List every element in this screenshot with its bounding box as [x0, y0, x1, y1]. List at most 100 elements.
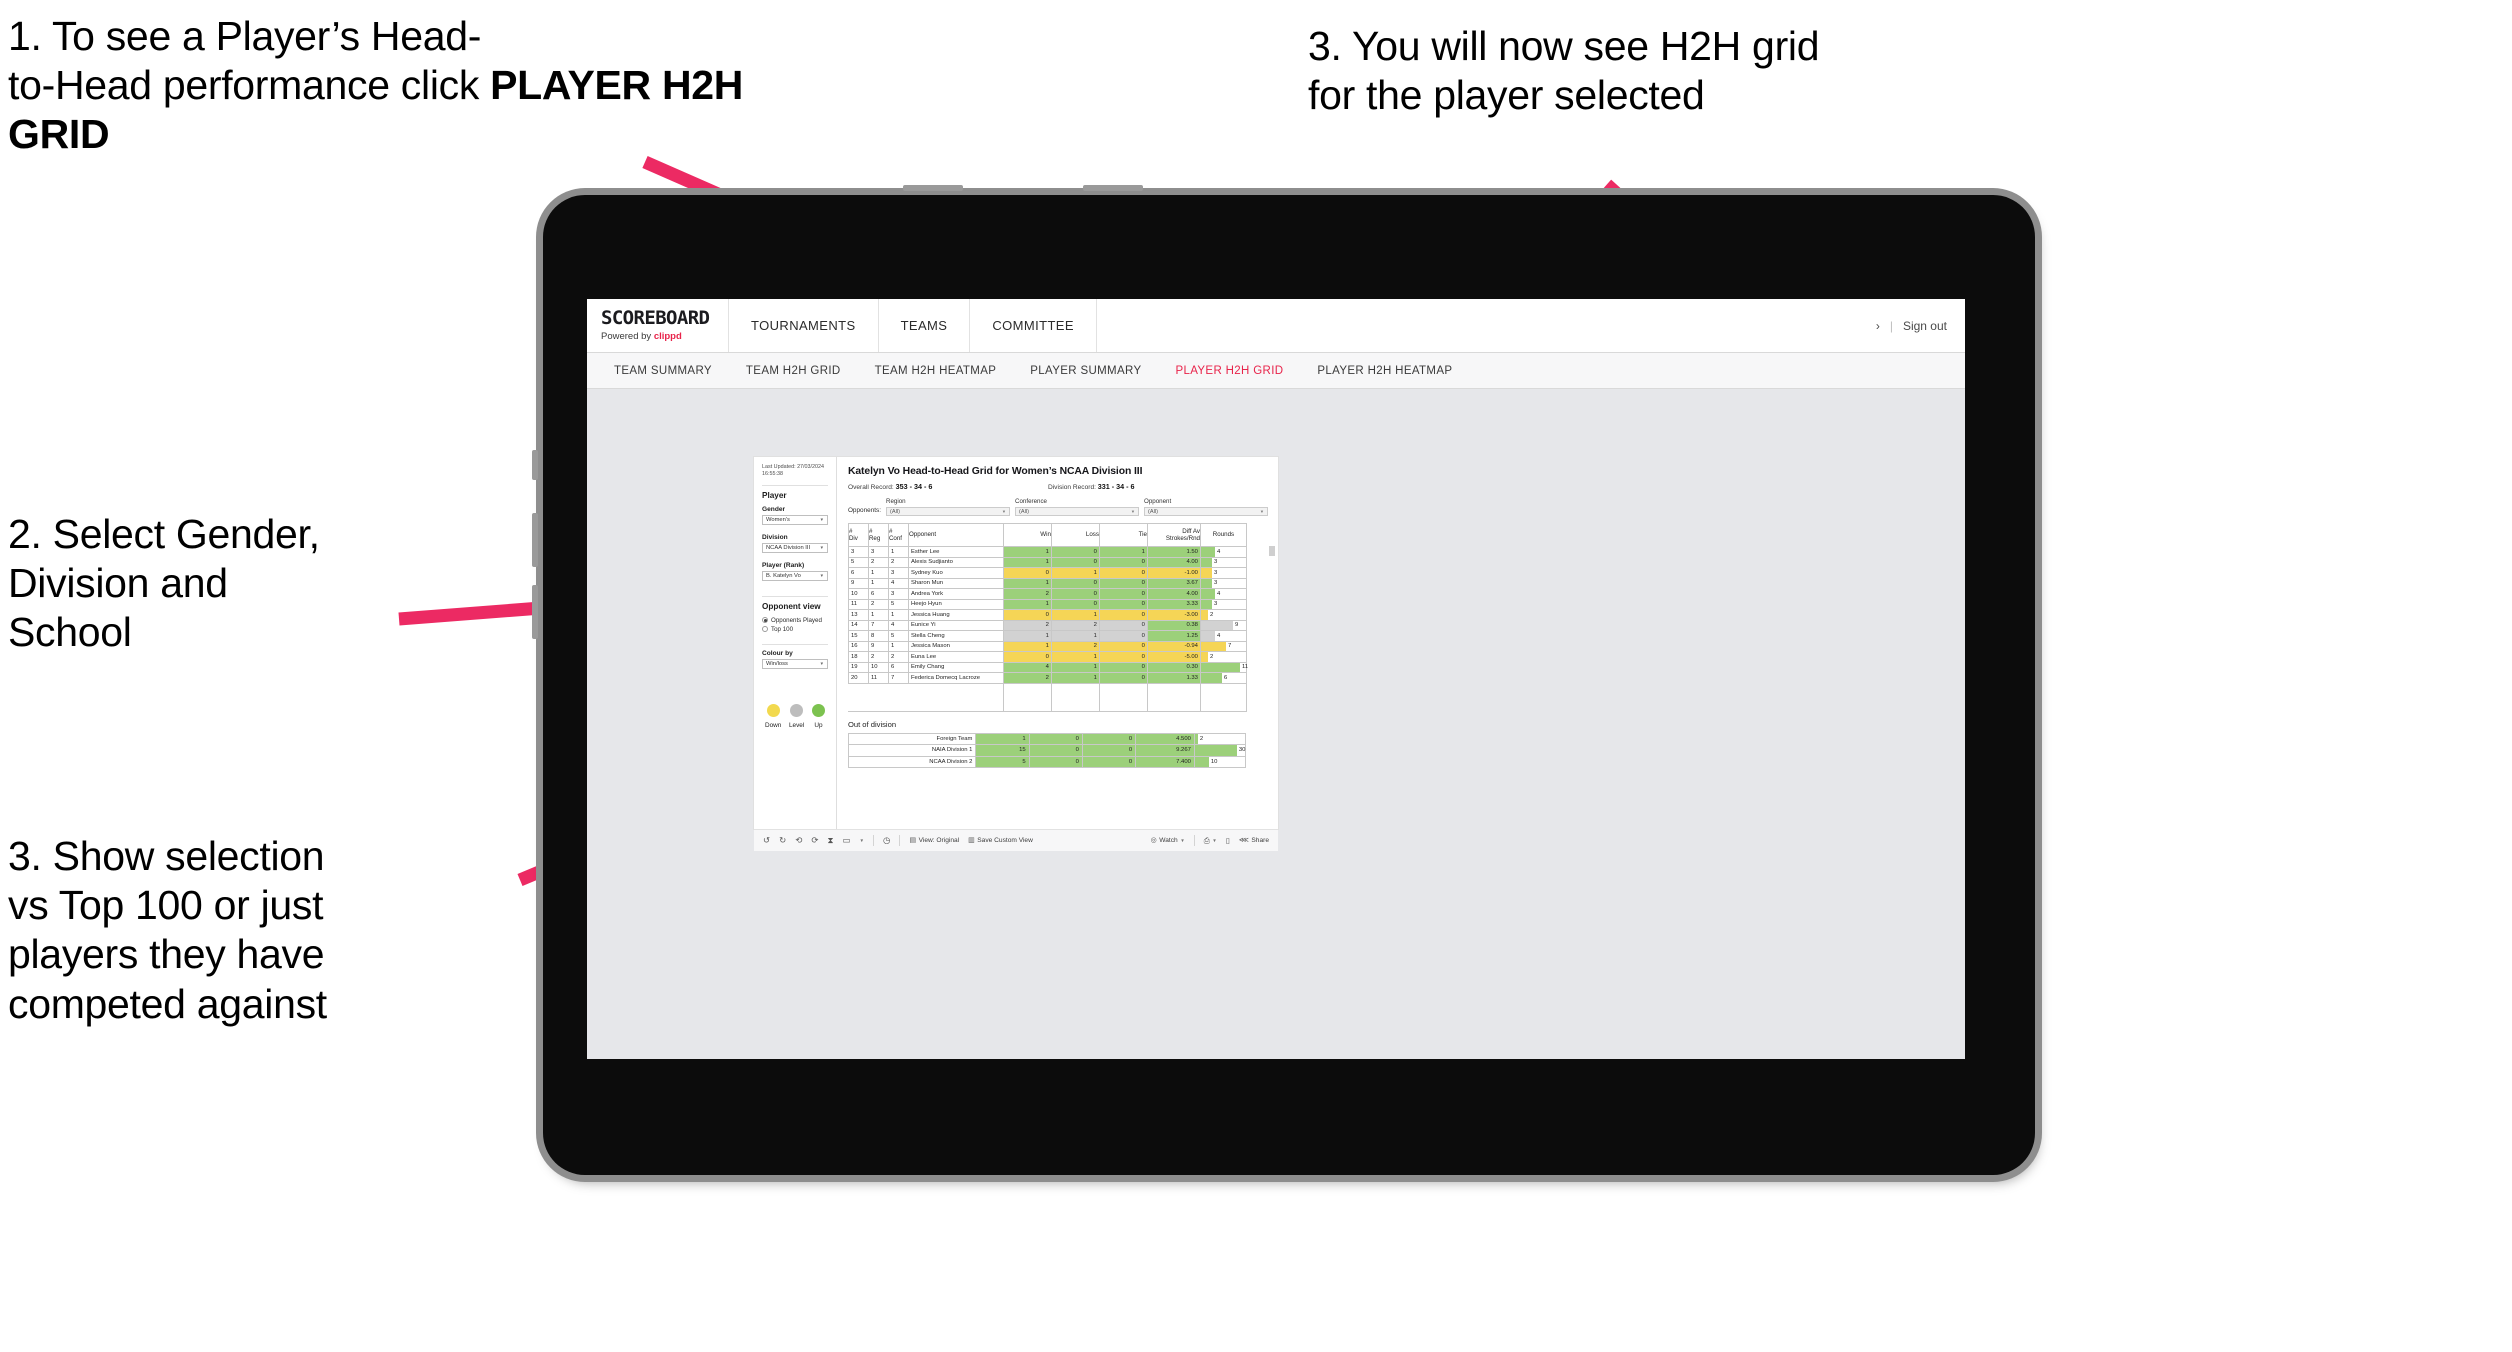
device-icon[interactable]: ▯ [1226, 837, 1230, 845]
table-row[interactable]: 9 1 4 Sharon Mun 1 0 0 3.67 3 [847, 577, 1247, 589]
chevron-down-icon: ▼ [1001, 509, 1006, 514]
cell-rounds-bar: 2 [1199, 651, 1247, 663]
app-logo[interactable]: SCOREBOARD Powered by clippd [587, 299, 729, 352]
cell-div: 11 [847, 598, 869, 610]
cell-reg: 1 [867, 609, 889, 621]
nav-item-committee[interactable]: COMMITTEE [970, 299, 1097, 352]
tablet-volume-down-button[interactable] [532, 585, 538, 639]
tablet-volume-up-button[interactable] [532, 513, 538, 567]
cell-ood-diff: 4.500 [1135, 732, 1195, 745]
out-of-division-row[interactable]: Foreign Team 1 0 0 4.500 2 [847, 732, 1246, 745]
nav-item-tournaments[interactable]: TOURNAMENTS [729, 299, 879, 352]
table-row[interactable]: 11 2 5 Heejo Hyun 1 0 0 3.33 3 [847, 598, 1247, 610]
rounds-bar [1200, 589, 1215, 599]
col-header-win[interactable]: Win [1002, 523, 1052, 547]
table-row[interactable]: 19 10 6 Emily Chang 4 1 0 0.30 11 [847, 661, 1248, 673]
cell-div: 20 [847, 672, 869, 684]
cell-diff: 0.38 [1146, 619, 1201, 631]
tab-team-h2h-grid[interactable]: TEAM H2H GRID [729, 365, 858, 377]
col-header-reg[interactable]: # Reg [867, 523, 889, 547]
overall-record-label: Overall Record: [847, 484, 896, 491]
table-row[interactable]: 16 9 1 Jessica Mason 1 2 0 -0.94 7 [847, 640, 1247, 652]
colour-by-select[interactable]: Win/loss ▼ [762, 658, 828, 669]
legend-label-up: Up [814, 721, 823, 729]
player-rank-select[interactable]: B. Katelyn Vo ▼ [762, 570, 828, 581]
table-row[interactable]: 5 2 2 Alexis Sudjianto 1 0 0 4.00 3 [847, 556, 1247, 568]
radio-top-100[interactable]: Top 100 [762, 626, 828, 633]
watch-button[interactable]: ◎ Watch ▼ [1151, 837, 1185, 844]
pause-icon[interactable]: ⧗ [828, 836, 834, 845]
save-custom-view-button[interactable]: ▥ Save Custom View [968, 837, 1033, 844]
tab-player-h2h-grid[interactable]: PLAYER H2H GRID [1158, 365, 1300, 377]
tab-team-h2h-heatmap[interactable]: TEAM H2H HEATMAP [858, 365, 1014, 377]
table-row[interactable]: 14 7 4 Eunice Yi 2 2 0 0.38 9 [847, 619, 1247, 631]
legend-item-down: Down [765, 703, 781, 729]
col-header-div[interactable]: # Div [847, 523, 869, 547]
out-of-division-row[interactable]: NCAA Division 2 5 0 0 7.400 10 [847, 755, 1246, 768]
download-button[interactable]: ⎙ ▼ [1204, 837, 1217, 845]
cell-loss: 1 [1050, 630, 1100, 642]
table-scrollbar[interactable] [1269, 546, 1275, 556]
cell-tie: 0 [1098, 609, 1148, 621]
cell-opponent: Sydney Kuo [907, 567, 1004, 579]
table-row[interactable]: 15 8 5 Stella Cheng 1 1 0 1.25 4 [847, 630, 1247, 642]
rounds-value: 2 [1209, 653, 1214, 660]
table-row[interactable]: 10 6 3 Andrea York 2 0 0 4.00 4 [847, 588, 1247, 600]
view-icon: ▤ [909, 837, 917, 844]
col-header-diff[interactable]: Diff Av Strokes/Rnd [1146, 523, 1201, 547]
col-header-conf[interactable]: # Conf [887, 523, 909, 547]
cell-rounds-bar: 11 [1199, 661, 1248, 673]
cell-reg: 7 [867, 619, 889, 631]
tablet-power-button[interactable] [532, 450, 538, 480]
cell-conf: 5 [887, 598, 909, 610]
cell-ood-tie: 0 [1081, 755, 1137, 768]
sign-out-link[interactable]: Sign out [1903, 319, 1947, 333]
nav-item-teams[interactable]: TEAMS [879, 299, 971, 352]
tab-team-summary[interactable]: TEAM SUMMARY [597, 365, 729, 377]
tab-player-summary[interactable]: PLAYER SUMMARY [1013, 365, 1158, 377]
refresh-icon[interactable]: ⟳ [811, 836, 818, 845]
col-header-opponent[interactable]: Opponent [907, 523, 1004, 547]
cell-div: 9 [847, 577, 869, 589]
table-row[interactable]: 20 11 7 Federica Domecq Lacroze 2 1 0 1.33 6 [847, 672, 1247, 684]
chevron-down-icon[interactable]: ▼ [860, 838, 865, 843]
cell-ood-win: 15 [975, 744, 1030, 757]
cell-tie: 0 [1098, 588, 1148, 600]
highlight-icon[interactable]: ▭ [842, 836, 850, 845]
division-select[interactable]: NCAA Division III ▼ [762, 542, 828, 553]
undo-icon[interactable]: ↺ [763, 836, 770, 845]
out-of-division-row[interactable]: NAIA Division 1 15 0 0 9.267 30 [847, 744, 1246, 757]
conference-filter-select[interactable]: (All) ▼ [1015, 507, 1139, 516]
tab-player-h2h-heatmap[interactable]: PLAYER H2H HEATMAP [1300, 365, 1469, 377]
col-header-tie[interactable]: Tie [1098, 523, 1148, 547]
cell-reg: 10 [867, 661, 889, 673]
cell-reg: 11 [867, 672, 889, 684]
section-tab-bar: TEAM SUMMARY TEAM H2H GRID TEAM H2H HEAT… [587, 353, 1965, 389]
gender-select[interactable]: Women's ▼ [762, 514, 828, 525]
opponent-filter: Opponent (All) ▼ [1144, 498, 1268, 516]
cell-ood-rounds-bar: 30 [1193, 744, 1246, 757]
history-icon[interactable]: ◷ [883, 836, 890, 845]
revert-icon[interactable]: ⟲ [795, 836, 802, 845]
table-row[interactable]: 3 3 1 Esther Lee 1 0 1 1.50 4 [847, 546, 1247, 558]
cell-conf: 6 [887, 661, 909, 673]
conference-filter-label: Conference [1015, 498, 1047, 505]
table-row[interactable]: 6 1 3 Sydney Kuo 0 1 0 -1.00 3 [847, 567, 1247, 579]
redo-icon[interactable]: ↻ [779, 836, 786, 845]
chevron-right-icon[interactable]: › [1876, 319, 1880, 333]
table-row[interactable]: 18 2 2 Euna Lee 0 1 0 -5.00 2 [847, 651, 1247, 663]
region-filter-label: Region [886, 498, 906, 505]
view-original-button[interactable]: ▤ View: Original [909, 837, 959, 844]
col-header-rounds[interactable]: Rounds [1199, 523, 1247, 547]
cell-diff: -5.00 [1146, 651, 1201, 663]
table-row[interactable]: 13 1 1 Jessica Huang 0 1 0 -3.00 2 [847, 609, 1247, 621]
region-filter-select[interactable]: (All) ▼ [886, 507, 1010, 516]
cell-opponent: Andrea York [907, 588, 1004, 600]
opponent-filter-select[interactable]: (All) ▼ [1144, 507, 1268, 516]
radio-unselected-icon [762, 626, 768, 633]
col-header-loss[interactable]: Loss [1050, 523, 1100, 547]
radio-opponents-played[interactable]: Opponents Played [762, 617, 828, 624]
cell-rounds-bar: 9 [1199, 619, 1247, 631]
top-navigation-right: › | Sign out [1876, 299, 1965, 352]
share-button[interactable]: ⋘ Share [1239, 837, 1269, 844]
